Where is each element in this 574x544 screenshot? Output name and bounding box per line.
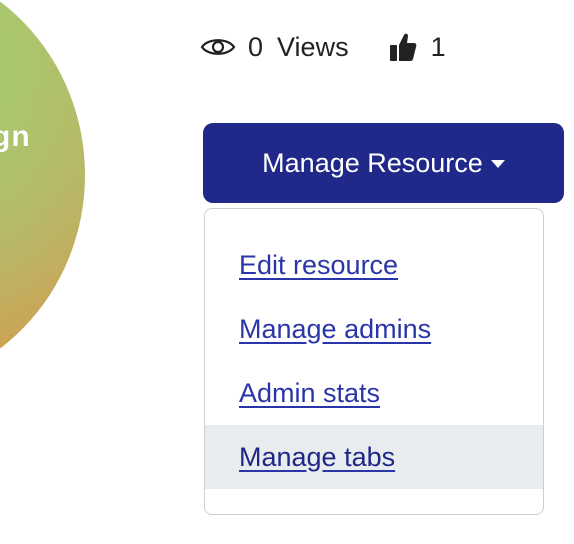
menu-item-admin-stats[interactable]: Admin stats	[205, 361, 543, 425]
menu-item-manage-admins[interactable]: Manage admins	[205, 297, 543, 361]
caret-down-icon	[490, 160, 505, 168]
menu-item-label: Manage admins	[239, 313, 432, 344]
views-label: Views	[277, 31, 349, 62]
manage-resource-button[interactable]: Manage Resource	[203, 123, 564, 203]
menu-item-label: Manage tabs	[239, 441, 396, 472]
manage-resource-label: Manage Resource	[262, 147, 483, 178]
menu-item-edit-resource[interactable]: Edit resource	[205, 233, 543, 297]
page: gn 0 Views 1 Manage Resource Edit resour…	[0, 0, 574, 544]
menu-item-manage-tabs[interactable]: Manage tabs	[205, 425, 543, 489]
resource-thumbnail: gn	[0, 0, 85, 390]
stats-row: 0 Views 1	[200, 30, 446, 64]
menu-item-label: Edit resource	[239, 249, 399, 280]
eye-icon	[200, 35, 236, 59]
views-count: 0	[248, 31, 264, 62]
menu-item-label: Admin stats	[239, 377, 381, 408]
thumbnail-text: gn	[0, 120, 31, 153]
thumbs-up-icon[interactable]	[389, 32, 417, 62]
likes-count: 1	[430, 31, 446, 62]
manage-resource-dropdown: Edit resource Manage admins Admin stats …	[204, 208, 544, 515]
